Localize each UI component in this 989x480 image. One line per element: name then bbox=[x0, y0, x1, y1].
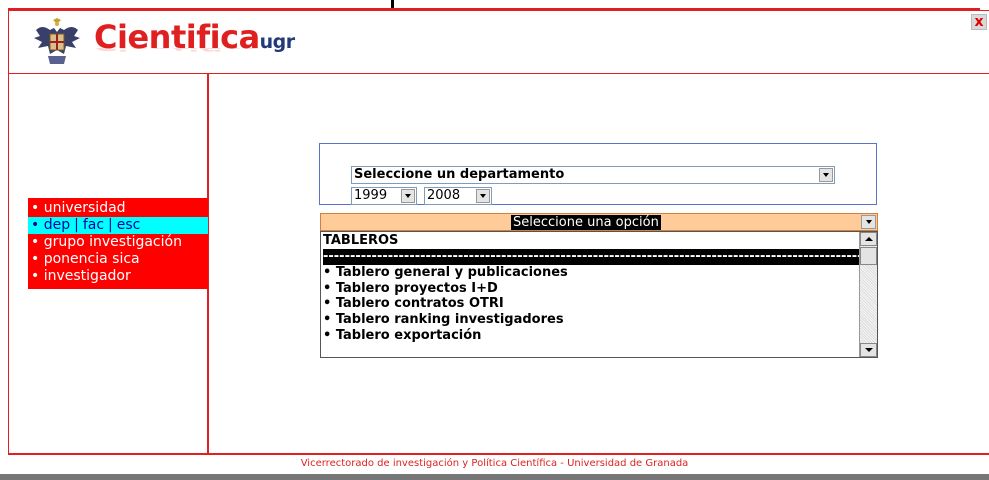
sidebar-item-fac[interactable]: fac bbox=[83, 217, 104, 233]
footer-text: Vicerrectorado de investigación y Políti… bbox=[300, 458, 689, 469]
sidebar-item-dep[interactable]: dep bbox=[44, 217, 70, 233]
list-item-separator[interactable]: ----------------------------------------… bbox=[323, 249, 877, 265]
bullet-icon: • bbox=[31, 200, 40, 216]
sidebar-item-label: investigador bbox=[43, 268, 131, 284]
scroll-down-icon[interactable] bbox=[860, 343, 877, 357]
year-to-value: 2008 bbox=[427, 188, 461, 203]
department-select[interactable]: Seleccione un departamento bbox=[351, 166, 835, 184]
sidebar-item-label: grupo investigación bbox=[43, 234, 182, 250]
bullet-icon: • bbox=[31, 268, 40, 284]
listbox-scrollbar[interactable] bbox=[859, 232, 877, 357]
scroll-up-icon[interactable] bbox=[860, 232, 877, 246]
chevron-down-icon[interactable] bbox=[819, 168, 833, 182]
bullet-icon: • bbox=[31, 251, 40, 267]
list-item[interactable]: • Tablero proyectos I+D bbox=[323, 281, 498, 297]
option-select-value: Seleccione una opción bbox=[511, 215, 661, 230]
coat-of-arms-icon bbox=[28, 18, 86, 68]
list-item[interactable]: • Tablero general y publicaciones bbox=[323, 265, 568, 281]
year-from-select[interactable]: 1999 bbox=[351, 187, 417, 205]
sidebar-item-ponencia-sica[interactable]: • ponencia sica bbox=[28, 251, 208, 268]
chevron-down-icon[interactable] bbox=[476, 189, 490, 203]
chevron-down-icon[interactable] bbox=[861, 215, 876, 229]
year-from-value: 1999 bbox=[354, 188, 388, 203]
list-group-title: TABLEROS bbox=[323, 233, 399, 248]
option-listbox[interactable]: TABLEROS -------------------------------… bbox=[320, 231, 878, 358]
separator: | bbox=[108, 217, 113, 233]
list-item[interactable]: • Tablero exportación bbox=[323, 328, 481, 344]
list-item[interactable]: • Tablero contratos OTRI bbox=[323, 296, 504, 312]
year-to-select[interactable]: 2008 bbox=[424, 187, 492, 205]
sidebar-item-esc[interactable]: esc bbox=[117, 217, 141, 233]
sidebar-item-investigador[interactable]: • investigador bbox=[28, 268, 208, 285]
sidebar-item-label: ponencia sica bbox=[43, 251, 140, 267]
sidebar-menu: • universidad • dep | fac | esc • grupo inve… bbox=[28, 198, 208, 289]
bullet-icon: • bbox=[31, 217, 40, 233]
list-item[interactable]: • Tablero ranking investigadores bbox=[323, 312, 564, 328]
sidebar-item-dep-fac-esc[interactable]: • dep | fac | esc bbox=[28, 217, 208, 234]
logo-suffix-text: ugr bbox=[259, 31, 296, 53]
bullet-icon: • bbox=[31, 234, 40, 250]
footer-bar bbox=[0, 474, 989, 480]
sidebar-item-grupo-investigacion[interactable]: • grupo investigación bbox=[28, 234, 208, 251]
separator: | bbox=[74, 217, 79, 233]
option-select[interactable]: Seleccione una opción bbox=[320, 213, 878, 231]
department-select-value: Seleccione un departamento bbox=[354, 167, 565, 182]
chevron-down-icon[interactable] bbox=[401, 189, 415, 203]
footer-rule bbox=[8, 453, 989, 455]
sidebar-item-label: universidad bbox=[43, 200, 126, 216]
logo-reflection: Cientifica bbox=[94, 48, 263, 53]
top-border bbox=[0, 0, 989, 10]
scroll-thumb[interactable] bbox=[860, 247, 877, 265]
sidebar-item-universidad[interactable]: • universidad bbox=[28, 200, 208, 217]
